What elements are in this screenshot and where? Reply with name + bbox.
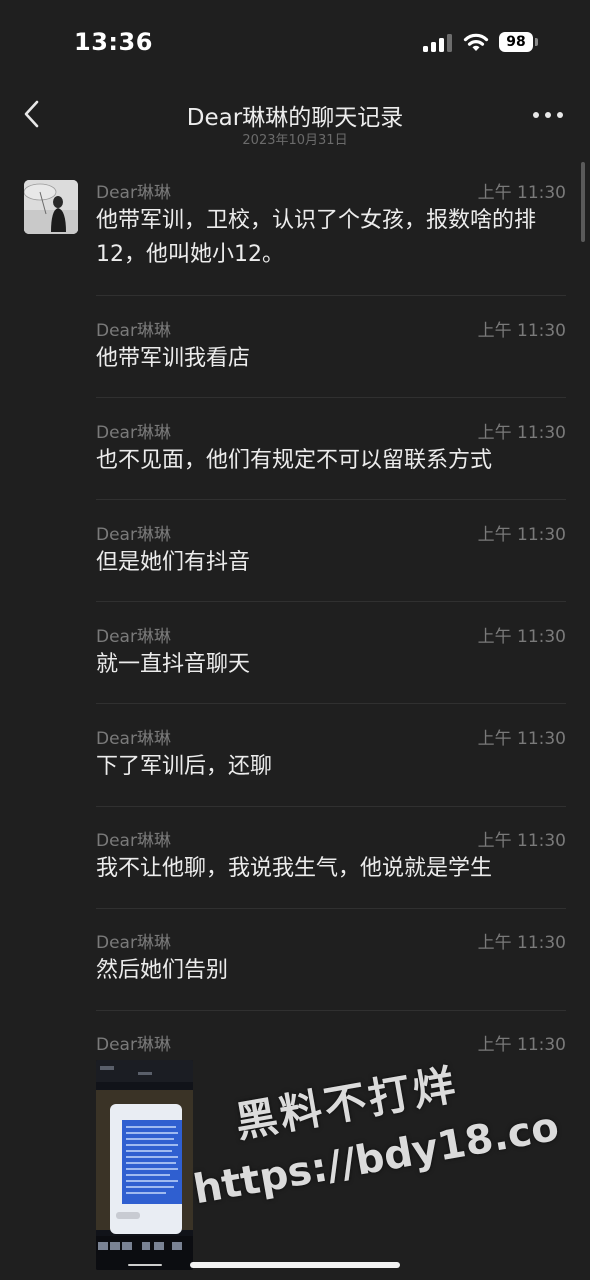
message-text: 然后她们告别: [96, 958, 229, 983]
status-time: 13:36: [74, 28, 153, 56]
scroll-indicator[interactable]: [581, 162, 585, 242]
message-sender: Dear琳琳: [96, 627, 171, 647]
message-sender: Dear琳琳: [96, 729, 171, 749]
avatar[interactable]: [24, 180, 78, 234]
wifi-icon: [463, 33, 489, 51]
message-sender: Dear琳琳: [96, 183, 171, 203]
message-item[interactable]: Dear琳琳 上午 11:30 我不让他聊，我说我生气，他说就是学生: [96, 826, 566, 888]
message-image[interactable]: [96, 1060, 193, 1270]
status-bar: 13:36 98: [0, 0, 590, 80]
message-item[interactable]: Dear琳琳 上午 11:30 下了军训后，还聊: [96, 724, 566, 786]
message-sender: Dear琳琳: [96, 831, 171, 851]
message-item[interactable]: Dear琳琳 上午 11:30 他带军训我看店: [96, 316, 566, 378]
message-time: 上午 11:30: [477, 933, 566, 953]
more-dots-icon[interactable]: [532, 110, 564, 120]
message-item[interactable]: Dear琳琳 上午 11:30 就一直抖音聊天: [96, 622, 566, 684]
home-indicator[interactable]: [190, 1262, 400, 1268]
message-time: 上午 11:30: [477, 183, 566, 203]
message-time: 上午 11:30: [477, 321, 566, 341]
message-text: 也不见面，他们有规定不可以留联系方式: [96, 448, 493, 473]
signal-icon: [423, 34, 453, 52]
page-title: Dear琳琳的聊天记录: [186, 105, 404, 131]
message-time: 上午 11:30: [477, 729, 566, 749]
message-sender: Dear琳琳: [96, 1035, 171, 1055]
watermark-text: 黑料不打烊: [231, 1059, 462, 1148]
message-item[interactable]: Dear琳琳 上午 11:30 他带军训，卫校，认识了个女孩，报数啥的排12，他…: [96, 178, 566, 278]
nav-bar: Dear琳琳的聊天记录 2023年10月31日: [0, 80, 590, 156]
divider: [96, 397, 566, 398]
message-item[interactable]: Dear琳琳 上午 11:30 但是她们有抖音: [96, 520, 566, 582]
divider: [96, 1010, 566, 1011]
message-text: 下了军训后，还聊: [96, 754, 273, 779]
message-sender: Dear琳琳: [96, 933, 171, 953]
message-time: 上午 11:30: [477, 627, 566, 647]
message-sender: Dear琳琳: [96, 423, 171, 443]
divider: [96, 601, 566, 602]
message-text: 我不让他聊，我说我生气，他说就是学生: [96, 856, 493, 881]
divider: [96, 908, 566, 909]
message-item[interactable]: Dear琳琳 上午 11:30 然后她们告别: [96, 928, 566, 990]
message-time: 上午 11:30: [477, 423, 566, 443]
divider: [96, 703, 566, 704]
message-time: 上午 11:30: [477, 831, 566, 851]
watermark: 黑料不打烊 https://bdy18.co: [190, 1060, 590, 1260]
message-time: 上午 11:30: [477, 1035, 566, 1055]
message-text: 但是她们有抖音: [96, 550, 251, 575]
divider: [96, 295, 566, 296]
message-item[interactable]: Dear琳琳 上午 11:30 也不见面，他们有规定不可以留联系方式: [96, 418, 566, 480]
message-text: 就一直抖音聊天: [96, 652, 251, 677]
message-sender: Dear琳琳: [96, 321, 171, 341]
page-subtitle: 2023年10月31日: [242, 133, 348, 148]
message-time: 上午 11:30: [477, 525, 566, 545]
message-text: 他带军训我看店: [96, 346, 251, 371]
divider: [96, 806, 566, 807]
divider: [96, 499, 566, 500]
battery-icon: 98: [499, 32, 533, 52]
message-text: 他带军训，卫校，认识了个女孩，报数啥的排12，他叫她小12。: [96, 208, 537, 267]
message-sender: Dear琳琳: [96, 525, 171, 545]
watermark-url: https://bdy18.co: [190, 1103, 563, 1214]
battery-cap: [535, 38, 538, 46]
message-item[interactable]: Dear琳琳 上午 11:30: [96, 1030, 566, 1055]
